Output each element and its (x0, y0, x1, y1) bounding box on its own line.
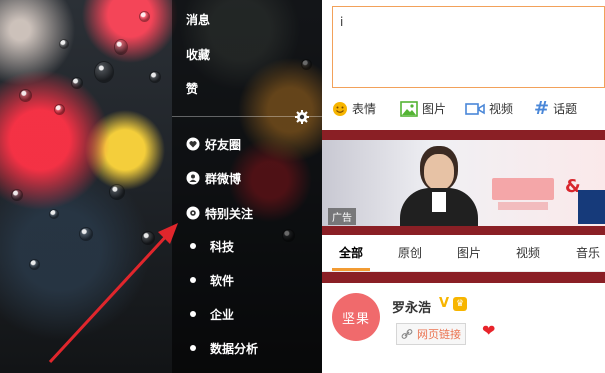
tab-images[interactable]: 图片 (457, 235, 481, 271)
sidebar-item-likes[interactable]: 赞 (186, 77, 198, 99)
raindrop (142, 232, 154, 244)
ad-banner[interactable]: & 广告 (322, 140, 605, 226)
topic-label: 话题 (553, 102, 578, 116)
web-link-label: 网页链接 (417, 328, 461, 341)
gear-icon[interactable] (294, 109, 310, 125)
smile-icon (333, 101, 347, 116)
raindrop (140, 12, 149, 21)
raindrop (30, 260, 39, 269)
raindrop (115, 40, 127, 54)
raindrop (12, 190, 22, 200)
raindrop (80, 228, 92, 240)
sidebar-item-label: 企业 (210, 307, 235, 322)
feed-tabs: 全部 原创 图片 视频 音乐 (322, 235, 605, 272)
video-label: 视频 (489, 102, 514, 116)
sidebar-item-enterprise[interactable]: 企业 (186, 303, 234, 325)
left-sidebar: 消息 收藏 赞 好友圈 群微博 特别关注 科技 软件 企业 数据分析 (172, 0, 322, 373)
raindrop (150, 72, 160, 82)
hashtag-icon: # (534, 97, 550, 119)
tab-original[interactable]: 原创 (398, 235, 422, 271)
sidebar-item-friends-circle[interactable]: 好友圈 (186, 133, 241, 155)
banner-person (400, 146, 478, 226)
sidebar-item-data-analysis[interactable]: 数据分析 (186, 337, 258, 359)
tab-music[interactable]: 音乐 (576, 235, 600, 271)
compose-box: i 表情 图片 视频 # 话题 (322, 0, 605, 130)
image-label: 图片 (422, 102, 447, 116)
heart-icon: ❤ (482, 321, 496, 340)
raindrop (110, 185, 124, 199)
bullet-icon (190, 277, 196, 283)
heart-circle-icon (186, 137, 200, 151)
raindrop (55, 105, 64, 114)
emoji-button[interactable]: 表情 (332, 100, 376, 117)
active-tab-indicator (332, 268, 370, 271)
ad-label: 广告 (328, 208, 356, 225)
bullet-icon (190, 311, 196, 317)
sidebar-item-special-follow[interactable]: 特别关注 (186, 202, 253, 224)
tab-all[interactable]: 全部 (339, 235, 363, 271)
sidebar-item-label: 消息 (186, 12, 211, 27)
raindrop (20, 90, 31, 101)
sidebar-item-label: 赞 (186, 81, 199, 96)
banner-pink-block (498, 202, 548, 210)
sidebar-item-favorites[interactable]: 收藏 (186, 43, 210, 65)
eye-circle-icon (186, 206, 200, 220)
image-button[interactable]: 图片 (400, 100, 446, 117)
avatar[interactable]: 坚果 (332, 293, 380, 341)
image-icon (400, 100, 418, 117)
raindrop (95, 62, 113, 82)
raindrop (72, 78, 82, 88)
bullet-icon (190, 243, 196, 249)
sidebar-item-label: 群微博 (205, 171, 242, 186)
sidebar-item-label: 数据分析 (210, 341, 259, 356)
feed-item: 坚果 罗永浩 V ♛ 网页链接 ❤ (322, 283, 605, 373)
web-link-button[interactable]: 网页链接 (396, 323, 466, 345)
tab-videos[interactable]: 视频 (516, 235, 540, 271)
sidebar-item-label: 好友圈 (205, 137, 242, 152)
avatar-text: 坚果 (341, 311, 370, 327)
username[interactable]: 罗永浩 (392, 297, 431, 316)
user-circle-icon (186, 171, 200, 185)
sidebar-item-label: 收藏 (186, 47, 211, 62)
topic-button[interactable]: # 话题 (534, 97, 578, 119)
raindrop (50, 210, 58, 218)
vip-badge-icon: ♛ (453, 297, 467, 311)
banner-pink-block (492, 178, 554, 200)
sidebar-item-label: 特别关注 (205, 206, 254, 221)
compose-text: i (340, 15, 344, 29)
sidebar-item-label: 软件 (210, 273, 235, 288)
video-icon (465, 102, 485, 115)
banner-blue-shape (578, 190, 605, 224)
sidebar-item-label: 科技 (210, 239, 235, 254)
bullet-icon (190, 345, 196, 351)
compose-textarea[interactable]: i (332, 6, 605, 88)
verified-icon: V (439, 296, 450, 311)
video-button[interactable]: 视频 (465, 100, 513, 117)
sidebar-item-tech[interactable]: 科技 (186, 235, 234, 257)
emoji-label: 表情 (352, 102, 377, 116)
sidebar-item-messages[interactable]: 消息 (186, 8, 210, 30)
sidebar-item-software[interactable]: 软件 (186, 269, 234, 291)
raindrop (60, 40, 68, 48)
sidebar-item-group-weibo[interactable]: 群微博 (186, 167, 241, 189)
link-icon (401, 329, 413, 339)
